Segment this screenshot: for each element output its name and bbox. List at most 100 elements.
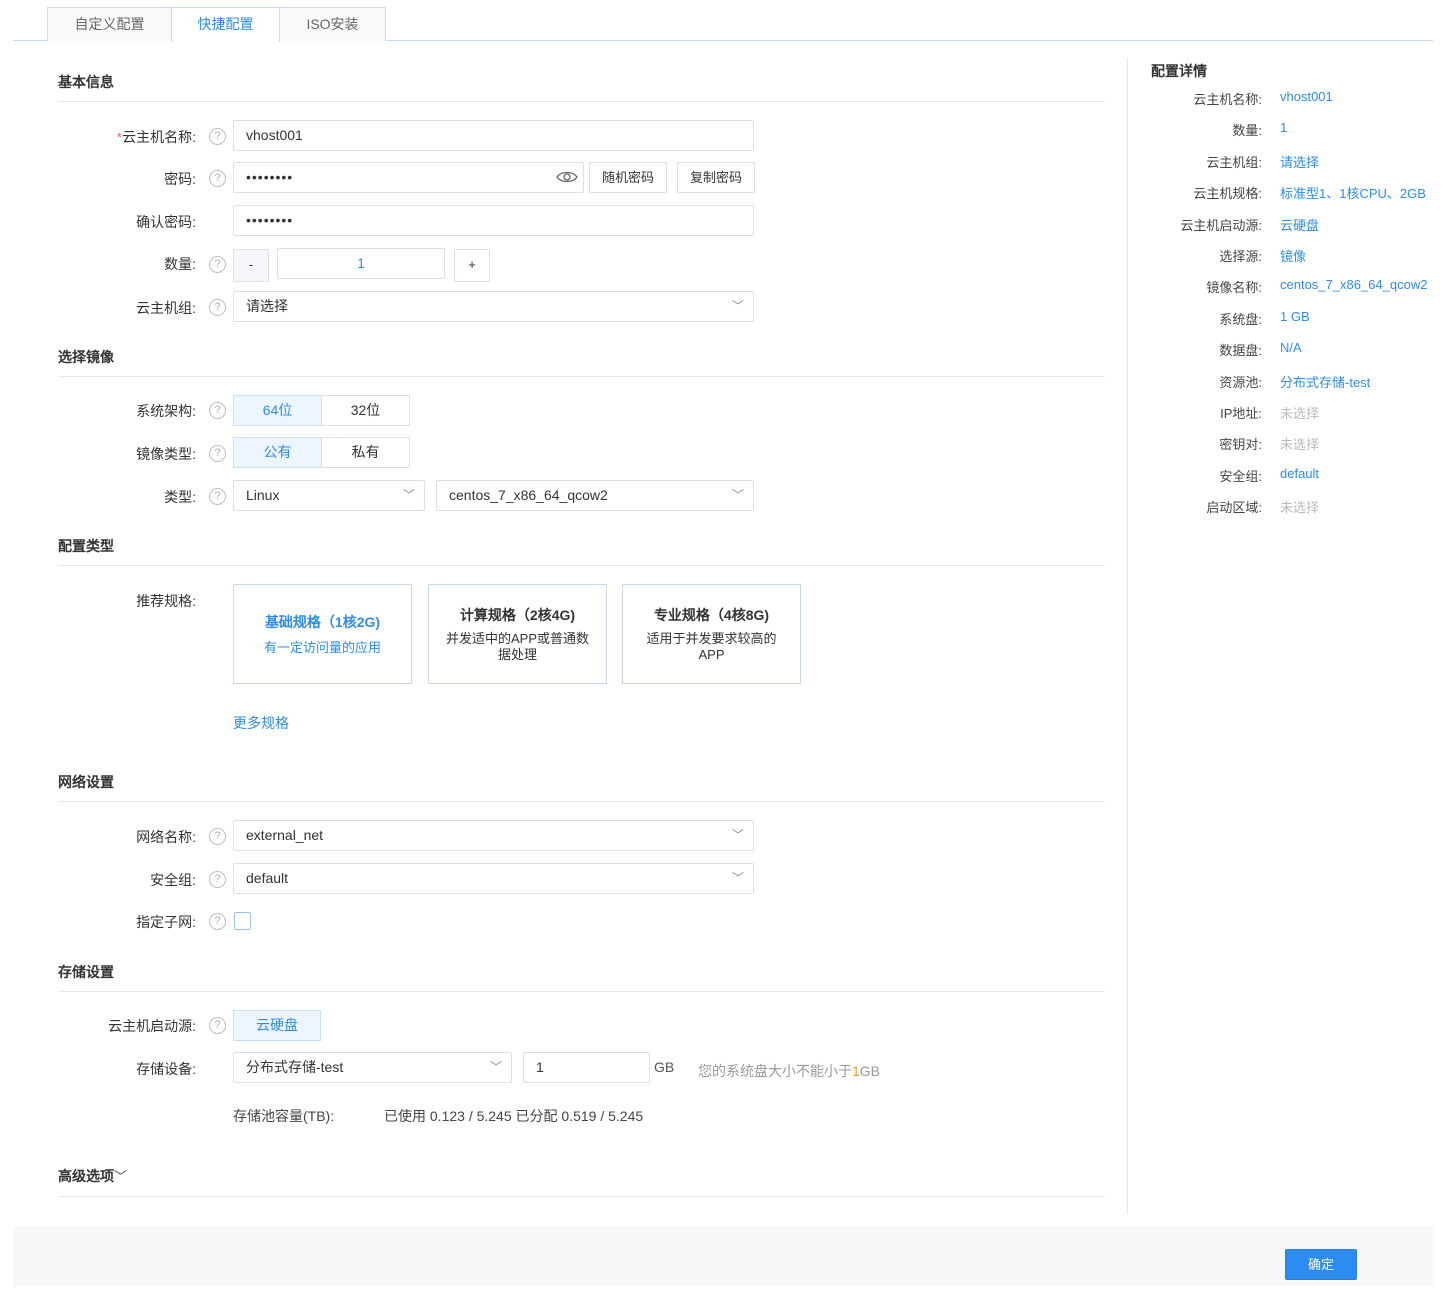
- subnet-checkbox[interactable]: [234, 912, 251, 930]
- quantity-decrement-button[interactable]: -: [233, 249, 269, 282]
- quantity-input[interactable]: 1: [277, 248, 445, 279]
- group-label: 云主机组:: [136, 300, 196, 316]
- security-group-select[interactable]: default ﹀: [233, 863, 754, 894]
- eye-icon[interactable]: [556, 170, 578, 184]
- chevron-down-icon: ﹀: [731, 871, 744, 885]
- pool-capacity-value: 已使用 0.123 / 5.245 已分配 0.519 / 5.245: [384, 1108, 644, 1124]
- arch-label: 系统架构:: [136, 403, 196, 419]
- help-icon[interactable]: ?: [209, 871, 226, 888]
- image-type-public-option[interactable]: 公有: [233, 437, 322, 468]
- detail-value: 未选择: [1280, 406, 1320, 421]
- divider: [58, 801, 1105, 802]
- vm-name-input[interactable]: vhost001: [233, 120, 754, 151]
- detail-value: 1: [1280, 120, 1288, 136]
- tab-quick-config[interactable]: 快捷配置: [171, 7, 280, 42]
- vm-group-select[interactable]: 请选择 ﹀: [233, 291, 754, 322]
- security-group-label: 安全组:: [150, 872, 196, 888]
- disk-size-input[interactable]: 1: [523, 1052, 650, 1083]
- spec-card-pro[interactable]: 专业规格（4核8G) 适用于并发要求较高的APP: [622, 584, 801, 684]
- arch-32-option[interactable]: 32位: [321, 395, 410, 426]
- storage-device-select[interactable]: 分布式存储-test ﹀: [233, 1052, 512, 1083]
- divider: [58, 565, 1105, 566]
- detail-value: vhost001: [1280, 89, 1333, 104]
- tab-iso-install[interactable]: ISO安装: [279, 7, 386, 41]
- more-specs-link[interactable]: 更多规格: [233, 713, 289, 733]
- detail-value: 未选择: [1280, 500, 1320, 516]
- copy-password-button[interactable]: 复制密码: [677, 162, 755, 193]
- detail-key: 云主机启动源:: [1180, 217, 1262, 233]
- detail-value: 请选择: [1280, 154, 1320, 170]
- help-icon[interactable]: ?: [209, 1017, 226, 1034]
- tab-custom-config[interactable]: 自定义配置: [47, 7, 172, 41]
- help-icon[interactable]: ?: [209, 170, 226, 187]
- spec-card-desc: 适用于并发要求较高的APP: [646, 631, 777, 662]
- password-label: 密码:: [164, 171, 196, 187]
- help-icon[interactable]: ?: [209, 128, 226, 145]
- section-title-basic: 基本信息: [58, 74, 114, 90]
- section-title-config-type: 配置类型: [58, 538, 114, 554]
- confirm-password-input[interactable]: ••••••••: [233, 205, 754, 236]
- spec-label: 推荐规格:: [136, 593, 196, 609]
- help-icon[interactable]: ?: [209, 828, 226, 845]
- divider: [58, 101, 1105, 102]
- password-input[interactable]: ••••••••: [233, 162, 584, 193]
- detail-key: 数量:: [1232, 123, 1262, 139]
- detail-key: 云主机规格:: [1193, 186, 1262, 202]
- arch-64-option[interactable]: 64位: [233, 395, 322, 426]
- disk-size-hint: 您的系统盘大小不能小于1GB: [698, 1063, 881, 1079]
- help-icon[interactable]: ?: [209, 913, 226, 930]
- spec-card-desc: 并发适中的APP或普通数据处理: [445, 631, 589, 662]
- detail-value: default: [1280, 465, 1320, 481]
- detail-value: 镜像: [1280, 249, 1307, 264]
- panel-divider: [1127, 58, 1128, 1214]
- detail-key: 云主机组:: [1206, 154, 1262, 170]
- detail-key: IP地址:: [1220, 406, 1262, 421]
- help-icon[interactable]: ?: [209, 445, 226, 462]
- network-select[interactable]: external_net ﹀: [233, 820, 754, 851]
- chevron-down-icon: ﹀: [731, 488, 744, 502]
- section-title-storage: 存储设置: [58, 964, 114, 980]
- spec-card-title: 基础规格（1核2G): [264, 614, 381, 630]
- random-password-button[interactable]: 随机密码: [589, 162, 667, 193]
- advanced-options-toggle[interactable]: 高级选项﹀: [58, 1166, 127, 1186]
- detail-panel-title: 配置详情: [1151, 63, 1207, 79]
- tab-bar: 自定义配置 快捷配置 ISO安装: [13, 0, 1433, 42]
- detail-value: 云硬盘: [1280, 217, 1320, 233]
- image-type-label: 镜像类型:: [136, 446, 196, 462]
- type-label: 类型:: [164, 489, 196, 505]
- spec-card-compute[interactable]: 计算规格（2核4G) 并发适中的APP或普通数据处理: [428, 584, 607, 684]
- detail-key: 选择源:: [1219, 249, 1262, 264]
- spec-card-title: 计算规格（2核4G): [459, 607, 576, 623]
- image-type-private-option[interactable]: 私有: [321, 437, 410, 468]
- section-title-network: 网络设置: [58, 774, 114, 790]
- spec-card-title: 专业规格（4核8G): [653, 607, 770, 623]
- storage-device-label: 存储设备:: [136, 1061, 196, 1077]
- detail-key: 系统盘:: [1219, 311, 1262, 327]
- help-icon[interactable]: ?: [209, 488, 226, 505]
- spec-card-basic[interactable]: 基础规格（1核2G) 有一定访问量的应用: [233, 584, 412, 684]
- detail-key: 资源池:: [1219, 374, 1262, 390]
- help-icon[interactable]: ?: [209, 299, 226, 316]
- network-name-label: 网络名称:: [136, 829, 196, 845]
- help-icon[interactable]: ?: [209, 402, 226, 419]
- detail-value: 标准型1、1核CPU、2GB: [1280, 186, 1426, 202]
- boot-source-cloud-disk-option[interactable]: 云硬盘: [233, 1010, 321, 1041]
- image-select[interactable]: centos_7_x86_64_qcow2 ﹀: [436, 480, 754, 511]
- spec-card-desc: 有一定访问量的应用: [263, 640, 381, 655]
- chevron-down-icon: ﹀: [402, 488, 415, 502]
- divider: [58, 1196, 1105, 1197]
- detail-value: 未选择: [1280, 437, 1320, 453]
- name-label: *云主机名称:: [116, 129, 196, 145]
- detail-value: 分布式存储-test: [1280, 374, 1371, 390]
- quantity-increment-button[interactable]: +: [454, 249, 490, 282]
- disk-size-unit: GB: [654, 1059, 675, 1075]
- detail-key: 安全组:: [1219, 468, 1262, 484]
- detail-key: 密钥对:: [1219, 437, 1262, 453]
- pool-capacity-label: 存储池容量(TB):: [233, 1108, 335, 1124]
- divider: [58, 376, 1105, 377]
- confirm-button[interactable]: 确定: [1285, 1249, 1357, 1280]
- help-icon[interactable]: ?: [209, 256, 226, 273]
- os-type-select[interactable]: Linux ﹀: [233, 480, 425, 511]
- detail-value: 1 GB: [1280, 308, 1310, 324]
- detail-value: N/A: [1280, 340, 1302, 356]
